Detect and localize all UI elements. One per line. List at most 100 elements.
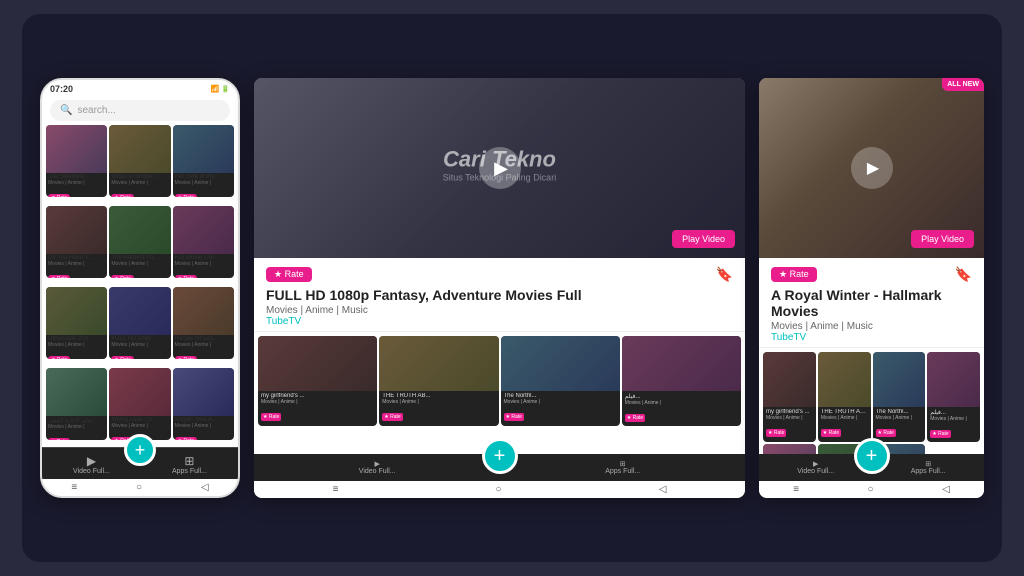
video-title: فيلم الاثارة المصر... (48, 417, 105, 424)
list-item[interactable]: The Sweetest ... Movies | Anime | ★ Rate (763, 444, 816, 454)
list-item[interactable]: Young Love | D... Movies | Anime | ★ Rat… (109, 368, 170, 440)
list-item[interactable]: Full Movie The ... Movies | Anime | ★ Ra… (173, 206, 234, 278)
menu-icon[interactable]: ≡ (333, 484, 339, 495)
list-item[interactable]: Obsession 201... Movies | Anime | ★ Rate… (46, 287, 107, 359)
video-thumbnail (873, 352, 926, 407)
nav-apps-label: Apps Full... (172, 468, 207, 475)
nav-apps-left[interactable]: ⊞ Apps Full... (172, 454, 207, 475)
list-item[interactable]: Sniper- new A... Movies | Anime | ★ Rate… (173, 368, 234, 440)
video-thumbnail (501, 336, 620, 391)
list-item[interactable]: THE TRUTH AB... Movies | Anime | ★ Rate (379, 336, 498, 426)
video-thumbnail (379, 336, 498, 391)
video-thumbnail (818, 352, 871, 407)
bookmark-icon-center[interactable]: 🔖 (716, 266, 733, 283)
home-icon[interactable]: ○ (868, 484, 874, 495)
nav-video-label: Video Full... (359, 468, 396, 475)
video-thumbnail (173, 368, 234, 416)
status-icons: 📶 🔋 (211, 85, 230, 93)
list-item[interactable]: Do You Have Y... Movies | Anime | ★ Rate… (46, 206, 107, 278)
video-thumbnail (109, 287, 170, 335)
video-thumbnail (46, 206, 107, 254)
system-nav-right: ≡ ○ ◁ (759, 481, 984, 498)
menu-icon[interactable]: ≡ (793, 484, 799, 495)
nav-apps-center[interactable]: ⊞ Apps Full... (605, 460, 640, 475)
video-thumbnail (927, 352, 980, 407)
rate-button[interactable]: ★ Rate (48, 438, 70, 440)
play-button-center[interactable]: ▶ (479, 147, 521, 189)
rate-button-right[interactable]: ★ Rate (771, 267, 817, 282)
list-item[interactable]: my girlfriend's ... Movies | Anime | ★ R… (258, 336, 377, 426)
back-icon[interactable]: ◁ (659, 484, 667, 495)
movie-genres-right: Movies | Anime | Music (771, 321, 972, 332)
rate-button[interactable]: ★ Rate (111, 356, 133, 359)
video-thumbnail (109, 368, 170, 416)
list-item[interactable]: FULL HD 1080... Movies | Anime | ★ Rate … (109, 287, 170, 359)
search-placeholder: search... (77, 105, 115, 116)
list-item[interactable]: فيلم... Movies | Anime | ★ Rate (622, 336, 741, 426)
nav-apps-right[interactable]: ⊞ Apps Full... (911, 460, 946, 475)
related-videos-center: my girlfriend's ... Movies | Anime | ★ R… (254, 332, 745, 454)
video-thumbnail (763, 444, 816, 454)
rate-button[interactable]: ★ Rate (48, 356, 70, 359)
rate-button[interactable]: ★ Rate (111, 275, 133, 278)
rate-button[interactable]: ★ Rate (48, 275, 70, 278)
right-panel: ALL NEW ▶ Play Video ★ Rate 🔖 A Royal Wi… (759, 78, 984, 498)
list-item[interactable]: my girlfriend's ... Movies | Anime | ★ R… (763, 352, 816, 442)
nav-apps-label: Apps Full... (911, 468, 946, 475)
search-bar-left[interactable]: 🔍 search... (50, 100, 230, 121)
rate-button[interactable]: ★ Rate (175, 437, 197, 440)
back-icon[interactable]: ◁ (201, 482, 209, 493)
list-item[interactable]: فيلم الاثارة المصر... Movies | Anime | ★… (46, 368, 107, 440)
play-video-button-right[interactable]: Play Video (911, 230, 974, 248)
main-video-player[interactable]: Cari Tekno Situs Teknologi Paling Dicari… (254, 78, 745, 258)
home-icon[interactable]: ○ (136, 482, 142, 493)
video-thumbnail (173, 125, 234, 173)
fab-plus-left[interactable]: + (124, 434, 156, 466)
list-item[interactable]: Her Side of the... Movies | Anime | ★ Ra… (173, 125, 234, 197)
list-item[interactable]: The Northl... Movies | Anime | ★ Rate (873, 352, 926, 442)
main-video-player-right[interactable]: ALL NEW ▶ Play Video (759, 78, 984, 258)
nav-video-label: Video Full... (797, 468, 834, 475)
video-full-icon: ▶ (73, 454, 110, 468)
fab-plus-right[interactable]: + (854, 438, 890, 474)
phone-left: 07:20 📶 🔋 🔍 search... The Sweetest ... M… (40, 78, 240, 498)
nav-video-left[interactable]: ▶ Video Full... (73, 454, 110, 475)
rate-button[interactable]: ★ Rate (175, 275, 197, 278)
list-item[interactable]: Recipe for Lov... Movies | Anime | ★ Rat… (173, 287, 234, 359)
menu-icon[interactable]: ≡ (71, 482, 77, 493)
rate-button[interactable]: ★ Rate (48, 194, 70, 197)
rate-button[interactable]: ★ Rate (175, 194, 197, 197)
rate-button[interactable]: ★ Rate (111, 194, 133, 197)
status-bar-left: 07:20 📶 🔋 (42, 80, 238, 96)
rate-button-center[interactable]: ★ Rate (266, 267, 312, 282)
list-item[interactable]: The Sweetest ... Movies | Anime | ★ Rate… (46, 125, 107, 197)
bookmark-icon-right[interactable]: 🔖 (955, 266, 972, 283)
play-button-right[interactable]: ▶ (851, 147, 893, 189)
play-video-button[interactable]: Play Video (672, 230, 735, 248)
video-icon: ▶ (359, 460, 396, 468)
video-thumbnail (46, 287, 107, 335)
center-panel: Cari Tekno Situs Teknologi Paling Dicari… (254, 78, 745, 498)
play-icon: ▶ (494, 158, 508, 179)
list-item[interactable]: THE TRUTH AB... Movies | Anime | ★ Rate (818, 352, 871, 442)
video-thumbnail (763, 352, 816, 407)
video-icon: ▶ (797, 460, 834, 468)
fab-plus-center[interactable]: + (482, 438, 518, 474)
movie-genres-center: Movies | Anime | Music (266, 305, 733, 316)
apps-full-icon: ⊞ (172, 454, 207, 468)
list-item[interactable]: فيلم... Movies | Anime | ★ Rate (927, 352, 980, 442)
home-icon[interactable]: ○ (496, 484, 502, 495)
list-item[interactable]: The Northl... Movies | Anime | ★ Rate (501, 336, 620, 426)
list-item[interactable]: The Hardest Th... Movies | Anime | ★ Rat… (109, 206, 170, 278)
apps-icon: ⊞ (911, 460, 946, 468)
back-icon[interactable]: ◁ (942, 484, 950, 495)
rate-button[interactable]: ★ Rate (175, 356, 197, 359)
system-nav-center: ≡ ○ ◁ (254, 481, 745, 498)
nav-video-center[interactable]: ▶ Video Full... (359, 460, 396, 475)
status-time: 07:20 (50, 84, 73, 94)
bottom-nav-center: ▶ Video Full... + ⊞ Apps Full... (254, 454, 745, 481)
nav-video-right[interactable]: ▶ Video Full... (797, 460, 834, 475)
list-item[interactable]: When A Simple... Movies | Anime | ★ Rate… (109, 125, 170, 197)
movie-info-center: ★ Rate 🔖 FULL HD 1080p Fantasy, Adventur… (254, 258, 745, 332)
play-icon: ▶ (867, 158, 879, 178)
